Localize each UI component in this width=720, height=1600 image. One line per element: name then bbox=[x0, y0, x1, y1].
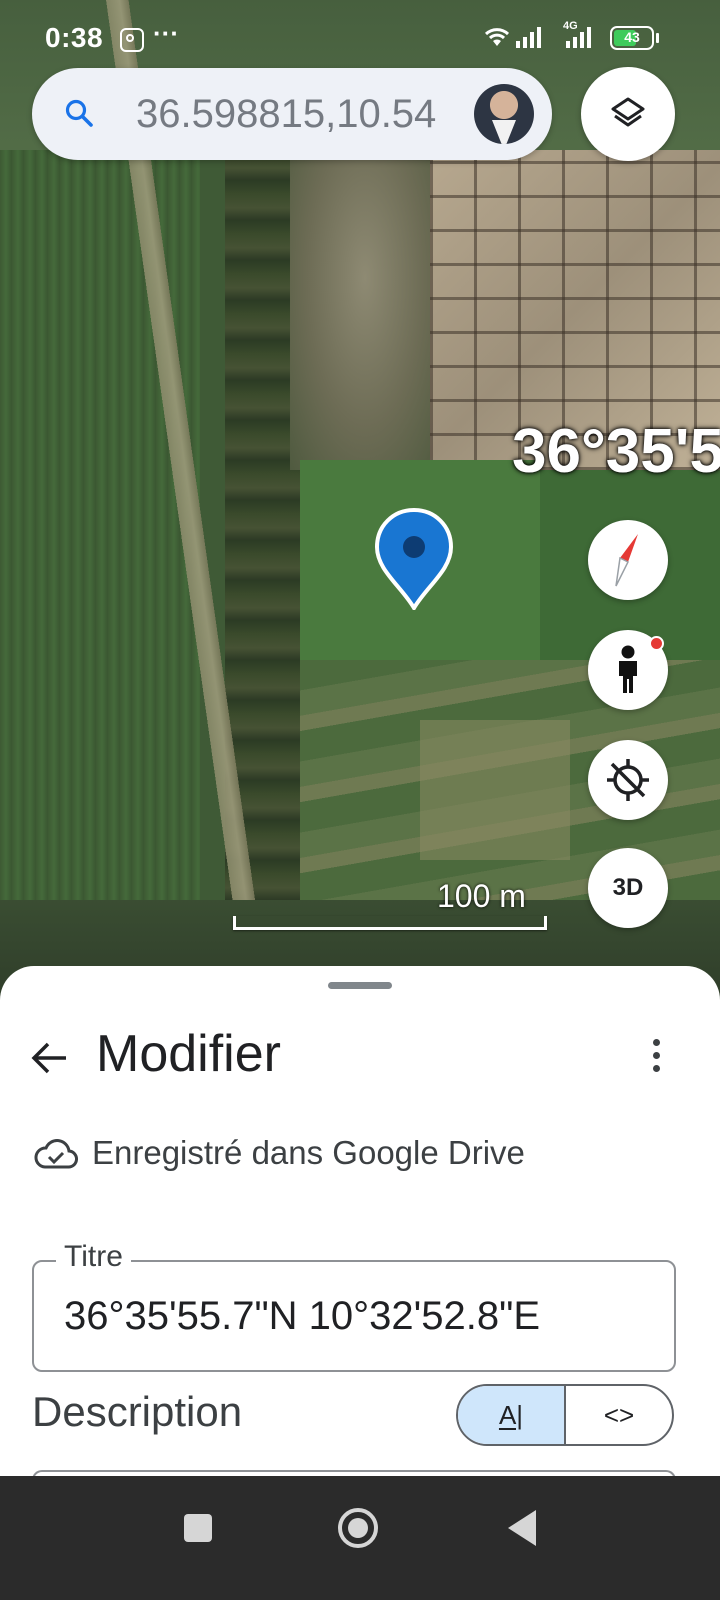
avatar[interactable] bbox=[474, 84, 534, 144]
map-terrain bbox=[290, 150, 440, 470]
battery-level: 43 bbox=[624, 29, 640, 45]
layers-icon bbox=[611, 97, 645, 127]
map-terrain bbox=[420, 720, 570, 860]
back-arrow-icon[interactable] bbox=[22, 1030, 78, 1086]
saved-status-text: Enregistré dans Google Drive bbox=[92, 1134, 525, 1171]
3d-label: 3D bbox=[612, 874, 644, 901]
title-field[interactable]: Titre 36°35'55.7"N 10°32'52.8"E bbox=[32, 1240, 676, 1372]
html-code-toggle[interactable]: <> bbox=[566, 1386, 672, 1444]
compass-button[interactable] bbox=[588, 520, 668, 600]
signal-icon bbox=[566, 26, 591, 48]
title-field-label: Titre bbox=[56, 1240, 131, 1274]
system-nav-bar bbox=[0, 1476, 720, 1600]
street-view-button[interactable] bbox=[588, 630, 668, 710]
rich-text-label: A| bbox=[498, 1399, 524, 1430]
wifi-icon bbox=[484, 28, 510, 46]
status-time: 0:38 bbox=[45, 22, 104, 53]
scale-bar bbox=[233, 916, 547, 930]
edit-bottom-sheet: Modifier Enregistré dans Google Drive Ti… bbox=[0, 966, 720, 1500]
battery-icon: 43 bbox=[610, 26, 654, 50]
home-button[interactable] bbox=[338, 1508, 378, 1548]
search-bar[interactable]: 36.598815,10.54 bbox=[32, 68, 552, 160]
search-icon[interactable] bbox=[64, 98, 94, 128]
more-notifications-icon: ··· bbox=[153, 18, 179, 48]
pegman-icon bbox=[619, 645, 637, 693]
status-bar: 0:38 ··· 4G 43 bbox=[0, 0, 720, 78]
title-input[interactable]: 36°35'55.7"N 10°32'52.8"E bbox=[64, 1294, 540, 1339]
coordinate-overlay: 36°35'5 bbox=[512, 417, 720, 486]
search-input[interactable]: 36.598815,10.54 bbox=[136, 92, 476, 137]
description-label: Description bbox=[32, 1388, 243, 1435]
more-options-icon[interactable] bbox=[644, 1034, 668, 1084]
location-off-icon bbox=[607, 759, 649, 801]
notification-dot bbox=[649, 636, 664, 651]
description-format-toggle: A| <> bbox=[456, 1384, 674, 1446]
back-button[interactable] bbox=[508, 1510, 536, 1546]
toggle-3d-button[interactable]: 3D bbox=[588, 848, 668, 928]
recents-button[interactable] bbox=[184, 1514, 212, 1542]
compass-icon bbox=[615, 534, 638, 587]
page-title: Modifier bbox=[96, 1025, 281, 1083]
drag-handle[interactable] bbox=[328, 982, 392, 989]
location-pin-icon[interactable] bbox=[374, 507, 454, 615]
layers-button[interactable] bbox=[581, 67, 675, 161]
cloud-done-icon bbox=[34, 1139, 78, 1169]
code-icon: <> bbox=[603, 1399, 635, 1430]
rich-text-toggle[interactable]: A| bbox=[458, 1386, 566, 1444]
signal-icon bbox=[516, 26, 541, 48]
scale-label: 100 m bbox=[437, 878, 526, 914]
instagram-icon bbox=[120, 28, 144, 52]
my-location-button[interactable] bbox=[588, 740, 668, 820]
saved-status-row: Enregistré dans Google Drive bbox=[34, 1134, 525, 1172]
